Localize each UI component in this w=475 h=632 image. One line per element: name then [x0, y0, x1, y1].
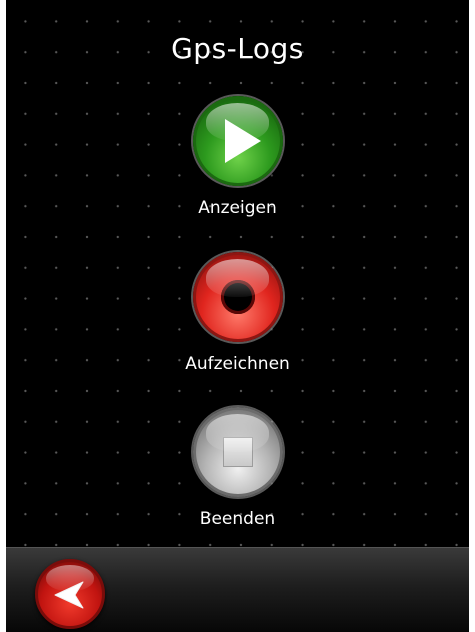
- show-logs-label: Anzeigen: [198, 198, 277, 218]
- record-button[interactable]: Aufzeichnen: [138, 252, 338, 374]
- record-icon: [220, 280, 255, 314]
- bottom-toolbar: [6, 547, 469, 632]
- back-button[interactable]: [35, 559, 105, 629]
- play-button-orb[interactable]: [192, 96, 283, 186]
- stop-label: Beenden: [199, 509, 276, 529]
- stop-button-orb[interactable]: [192, 407, 283, 497]
- stop-button[interactable]: Beenden: [138, 407, 338, 529]
- page-title: Gps-Logs: [171, 32, 304, 65]
- show-logs-button[interactable]: Anzeigen: [138, 96, 338, 218]
- play-icon: [224, 119, 261, 163]
- device-frame: Gps-Logs Anzeigen Aufzeichnen Beenden: [6, 0, 469, 632]
- main-screen: Gps-Logs Anzeigen Aufzeichnen Beenden: [6, 0, 469, 548]
- record-button-orb[interactable]: [192, 252, 283, 342]
- back-arrow-icon: [54, 581, 84, 609]
- stop-icon: [222, 437, 253, 467]
- record-label: Aufzeichnen: [185, 354, 290, 374]
